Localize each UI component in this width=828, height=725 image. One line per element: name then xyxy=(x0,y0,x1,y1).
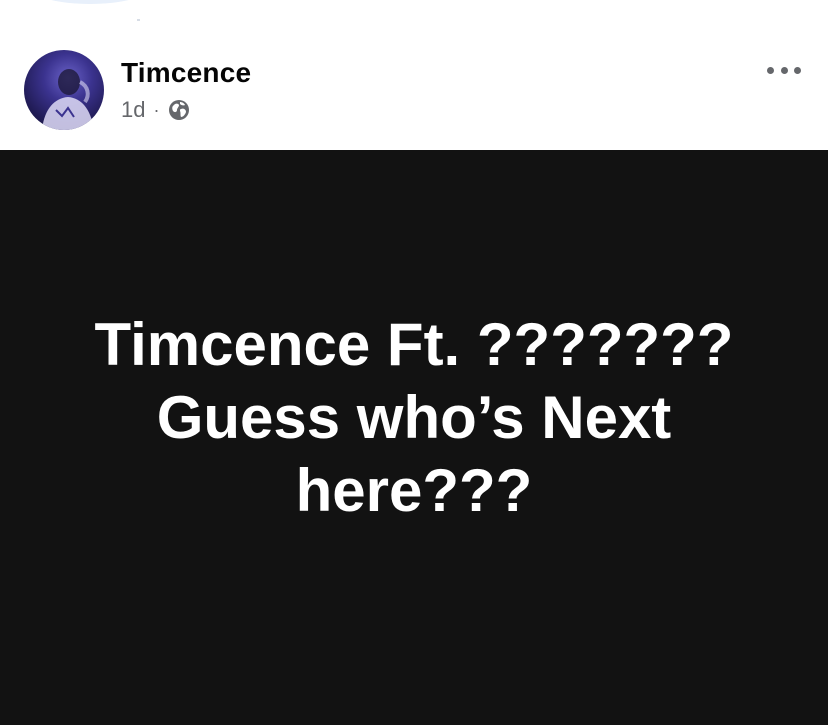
meta-separator: · xyxy=(153,100,160,120)
more-horizontal-icon xyxy=(794,66,801,74)
text-status-card[interactable]: Timcence Ft. ??????? Guess who’s Next he… xyxy=(0,150,828,725)
author-avatar[interactable] xyxy=(24,50,104,130)
status-text: Timcence Ft. ??????? Guess who’s Next he… xyxy=(94,311,734,524)
post-header: Timcence 1d · xyxy=(0,36,828,150)
previous-content-strip xyxy=(0,0,828,21)
author-name[interactable]: Timcence xyxy=(121,57,251,89)
more-horizontal-icon xyxy=(767,66,774,74)
globe-icon[interactable] xyxy=(167,98,191,122)
previous-content-dot xyxy=(137,19,140,21)
more-options-button[interactable] xyxy=(767,63,801,77)
more-horizontal-icon xyxy=(780,66,788,74)
previous-content-edge xyxy=(30,0,150,4)
avatar-person-icon xyxy=(42,69,94,130)
post-meta: 1d · xyxy=(121,96,191,124)
post-time[interactable]: 1d xyxy=(121,97,145,123)
